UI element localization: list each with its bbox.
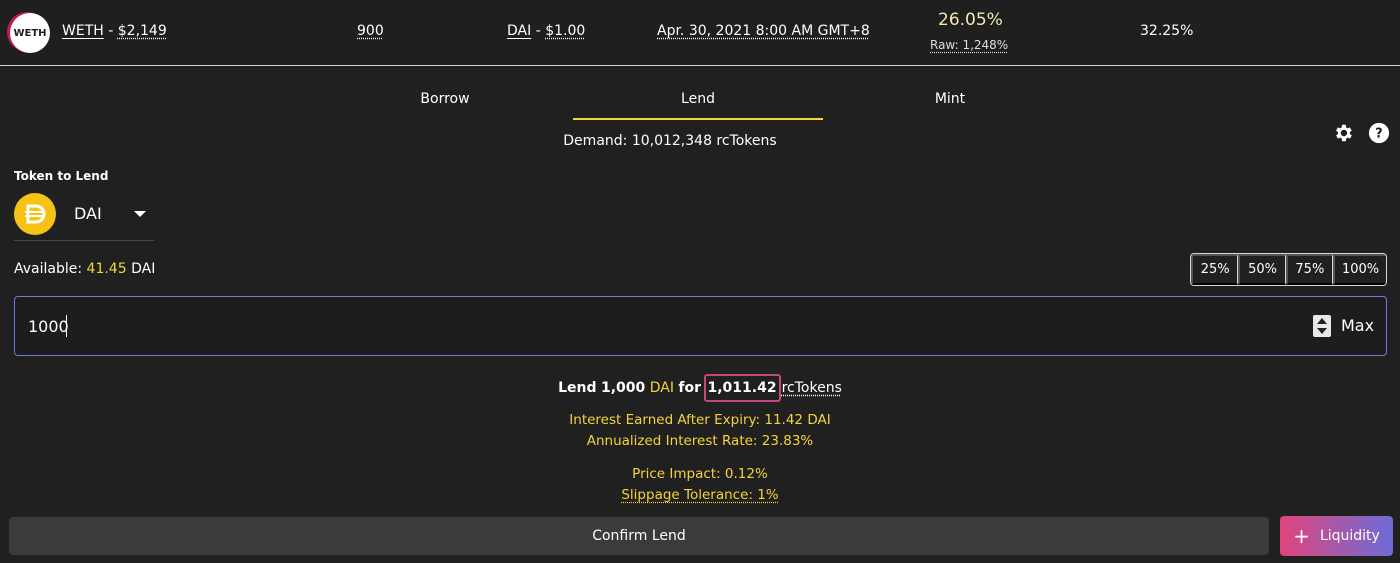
separator: - — [535, 23, 541, 39]
active-tab-indicator — [573, 118, 823, 120]
percent-100-button[interactable]: 100% — [1333, 254, 1386, 285]
percent-25-button[interactable]: 25% — [1191, 254, 1239, 285]
token-to-lend-label: Token to Lend — [14, 169, 109, 183]
max-button[interactable]: Max — [1341, 316, 1374, 335]
demand-text: Demand: 10,012,348 rcTokens — [563, 133, 777, 149]
tab-mint[interactable]: Mint — [900, 91, 1000, 107]
amount-field[interactable]: Max — [14, 296, 1387, 356]
annualized-rate: Annualized Interest Rate: 23.83% — [586, 433, 814, 449]
confirm-lend-button[interactable]: Confirm Lend — [9, 517, 1269, 555]
available-label: Available: — [14, 261, 83, 277]
selected-token: DAI — [74, 204, 102, 223]
help-icon[interactable]: ? — [1368, 122, 1390, 144]
summary-token: DAI — [649, 380, 674, 396]
apr-value: 26.05% — [938, 10, 1003, 30]
svg-text:?: ? — [1375, 127, 1382, 142]
slippage-tolerance-link[interactable]: Slippage Tolerance: 1% — [621, 487, 778, 503]
chevron-down-icon — [134, 211, 146, 217]
amount-input[interactable] — [28, 313, 1228, 339]
tab-borrow[interactable]: Borrow — [390, 91, 500, 107]
separator: - — [108, 23, 114, 39]
lend-summary: Lend 1,000 DAI for 1,011.42 rcTokens — [0, 374, 1400, 402]
debt-token-cell: DAI - $1.00 — [507, 23, 585, 39]
tab-lend[interactable]: Lend — [573, 91, 823, 107]
ratio-value: 32.25% — [1140, 23, 1194, 39]
collateral-token-cell: WETH - $2,149 — [62, 23, 167, 39]
plus-icon: + — [1293, 524, 1310, 548]
liquidity-button[interactable]: + Liquidity — [1280, 516, 1393, 556]
expiry-date: Apr. 30, 2021 8:00 AM GMT+8 — [657, 23, 870, 39]
text-cursor — [66, 315, 67, 337]
weth-token-icon: WETH — [10, 13, 50, 53]
percent-50-button[interactable]: 50% — [1238, 254, 1286, 285]
collateral-value: 900 — [357, 23, 384, 39]
market-row[interactable]: WETH WETH - $2,149 900 DAI - $1.00 Apr. … — [0, 0, 1400, 66]
available-token: DAI — [131, 261, 156, 277]
available-balance: Available: 41.45 DAI — [14, 261, 155, 277]
token-selector[interactable]: DAI — [14, 191, 154, 241]
receive-token: rcTokens — [781, 380, 842, 396]
raw-apr: Raw: 1,248% — [930, 38, 1009, 52]
stepper-icon[interactable] — [1313, 315, 1331, 337]
receive-amount: 1,011.42 — [703, 374, 781, 402]
collateral-token-link[interactable]: WETH — [62, 23, 104, 39]
interest-earned: Interest Earned After Expiry: 11.42 DAI — [569, 412, 831, 428]
percent-75-button[interactable]: 75% — [1285, 254, 1334, 285]
available-amount: 41.45 — [86, 261, 127, 277]
liquidity-label: Liquidity — [1319, 528, 1380, 544]
percent-buttons: 25% 50% 75% 100% — [1190, 253, 1387, 286]
slippage-tolerance: Slippage Tolerance: 1% — [0, 487, 1400, 503]
debt-price: $1.00 — [545, 23, 586, 39]
summary-for: for — [678, 380, 702, 396]
collateral-price: $2,149 — [117, 23, 167, 39]
summary-amount: 1,000 — [600, 380, 646, 396]
price-impact: Price Impact: 0.12% — [632, 466, 768, 482]
debt-token-link[interactable]: DAI — [507, 23, 531, 39]
gear-icon[interactable] — [1332, 122, 1354, 144]
dai-token-icon — [14, 193, 56, 235]
summary-prefix: Lend — [558, 380, 597, 396]
